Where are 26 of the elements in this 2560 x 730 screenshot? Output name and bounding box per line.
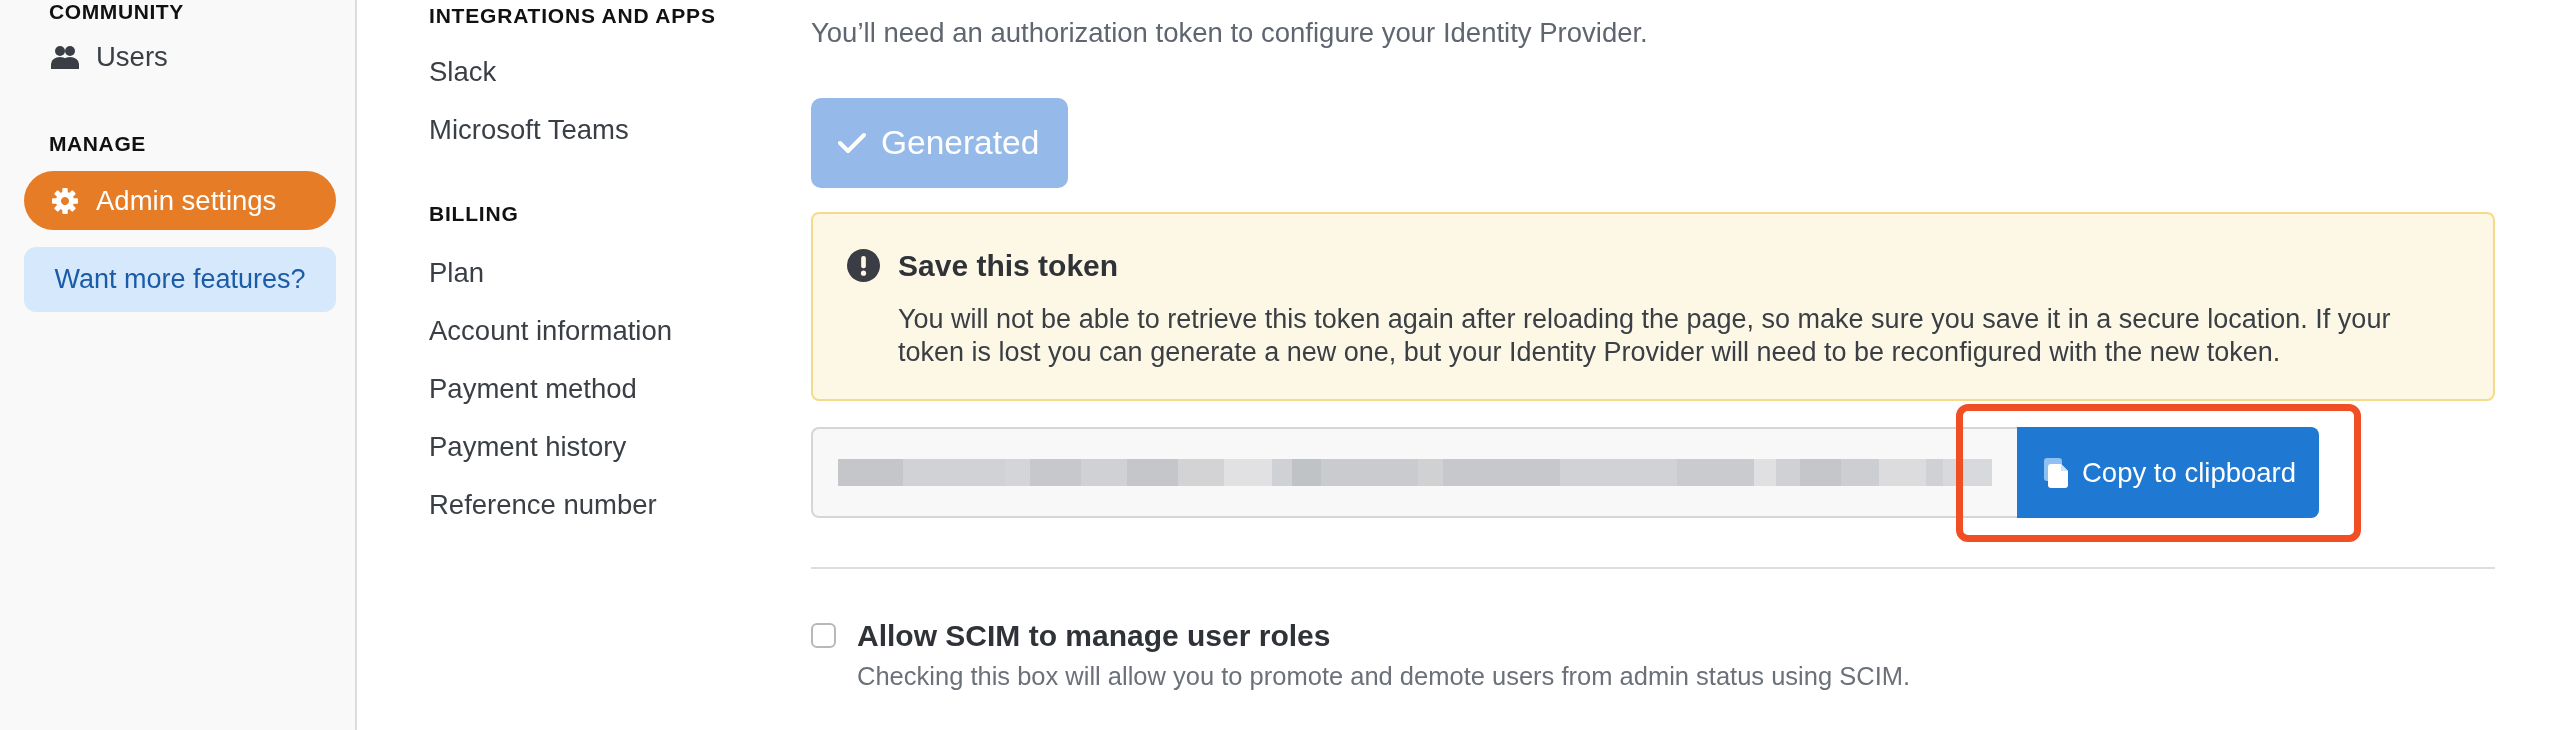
copy-button[interactable]: Copy to clipboard xyxy=(2017,427,2319,518)
token-field[interactable] xyxy=(811,427,2017,518)
nav-link[interactable]: Plan xyxy=(429,244,485,302)
upgrade-link[interactable]: Want more features? xyxy=(24,247,336,312)
option-description: Checking this box will allow you to promote and demote users from admin status using SCIM. xyxy=(857,661,1911,692)
section-heading: MANAGE xyxy=(48,132,147,156)
nav-link[interactable]: Payment method xyxy=(429,360,637,418)
warning-text: You will not be able to retrieve this token again after reloading the page, so make sure you save it in a secure location. If your token is lost you can generate a new one, but your Identity Provider will need to be reconfigured with the new token. xyxy=(898,303,2392,369)
document-icon xyxy=(2044,457,2070,488)
description-text: You’ll need an authorization token to configure your Identity Provider. xyxy=(811,16,1648,50)
checkbox[interactable] xyxy=(811,623,836,648)
section-heading: COMMUNITY xyxy=(48,0,185,24)
option-label: Allow SCIM to manage user roles xyxy=(857,618,1332,654)
gear-icon xyxy=(50,187,80,214)
nav-link[interactable]: Slack xyxy=(429,43,497,101)
checkmark-icon xyxy=(838,132,866,154)
nav-link[interactable]: Reference number xyxy=(429,476,657,534)
users-icon xyxy=(50,43,80,70)
nav-link[interactable]: Payment history xyxy=(429,418,627,476)
nav-link[interactable]: Account information xyxy=(429,302,673,360)
exclamation-icon xyxy=(847,249,880,282)
nav-section-heading: BILLING xyxy=(429,202,519,226)
sidebar-item[interactable]: Users xyxy=(24,27,336,86)
nav-link[interactable]: Microsoft Teams xyxy=(429,101,629,159)
warning-title: Save this token xyxy=(898,248,1120,284)
nav-section-heading: INTEGRATIONS AND APPS xyxy=(429,4,716,28)
